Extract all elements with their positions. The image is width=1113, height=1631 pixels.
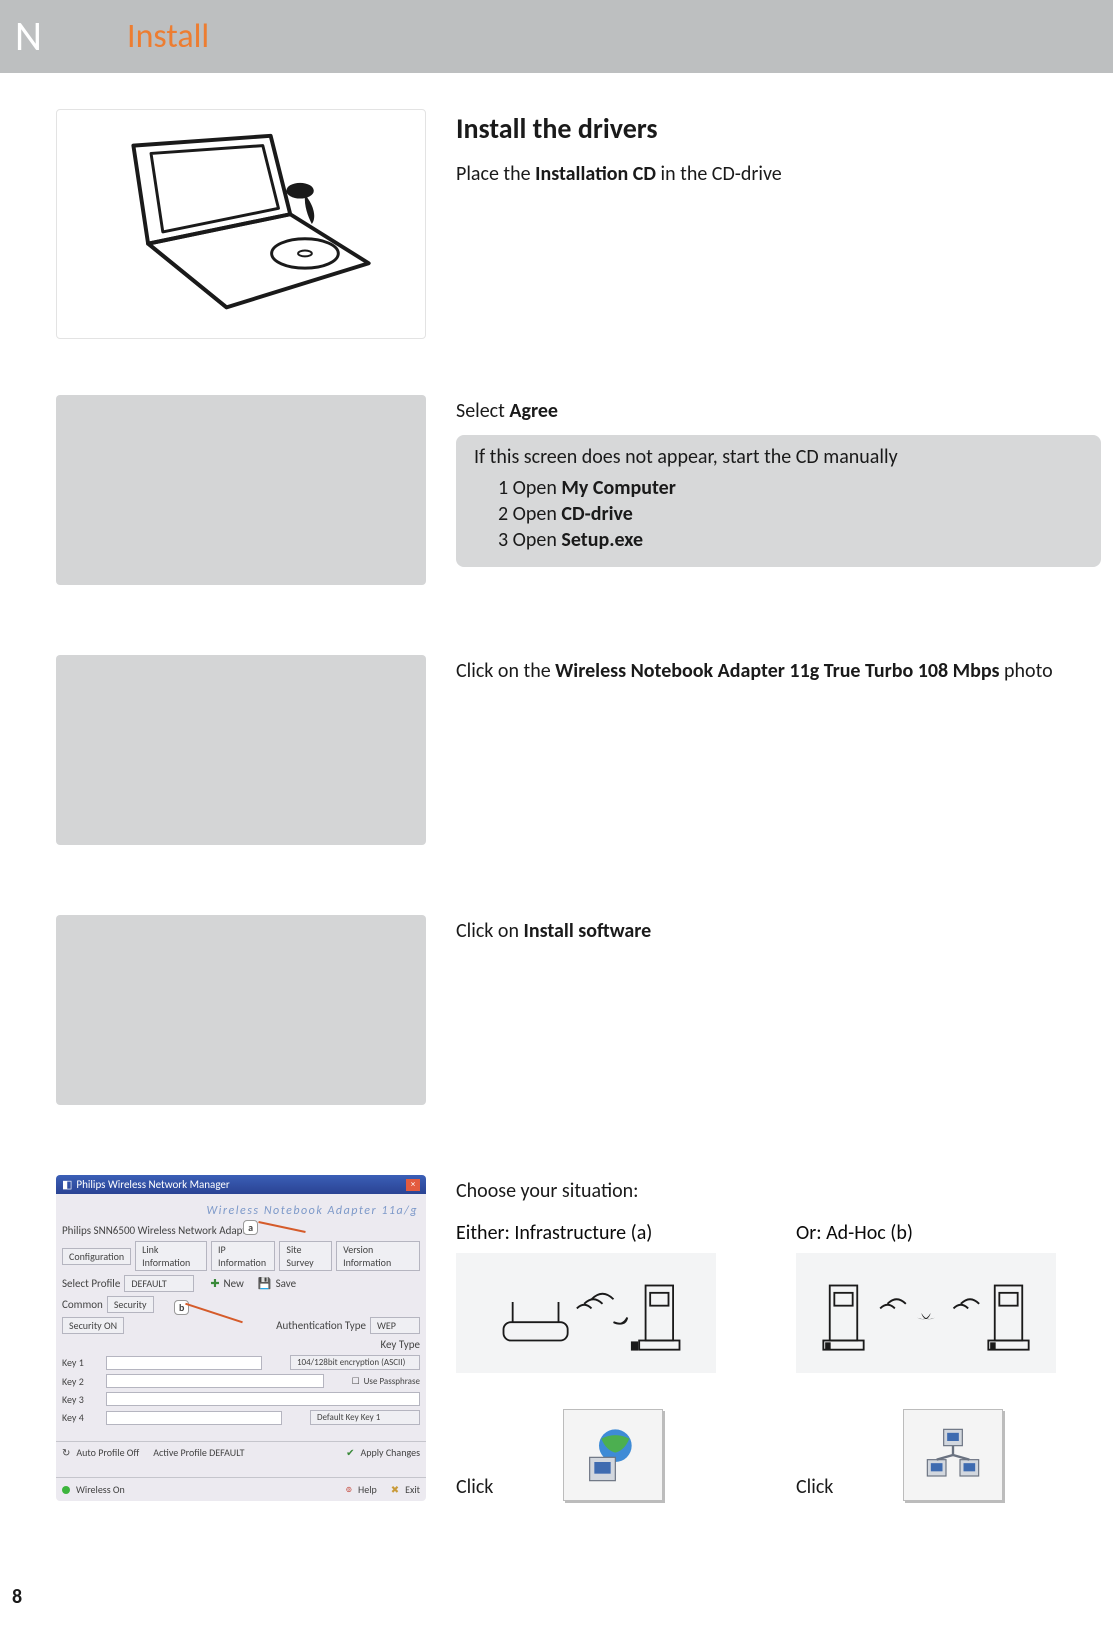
text: Open <box>508 476 561 500</box>
note-item-2: 2 Open CD-drive <box>498 501 1083 527</box>
tab-ip-info[interactable]: IP Information <box>211 1241 275 1271</box>
note-box: If this screen does not appear, start th… <box>456 435 1101 567</box>
tab-link-info[interactable]: Link Information <box>135 1241 207 1271</box>
key3-input[interactable] <box>106 1392 420 1406</box>
apply-changes-button[interactable]: Apply Changes <box>360 1446 420 1459</box>
step-2-row: Select Agree If this screen does not app… <box>56 395 1101 585</box>
adhoc-label: Or: Ad-Hoc (b) <box>796 1221 1096 1245</box>
illustration-laptop-cd <box>56 109 426 339</box>
default-key-select[interactable]: Default Key Key 1 <box>310 1410 420 1425</box>
window-title: Philips Wireless Network Manager <box>76 1178 229 1191</box>
label-key2: Key 2 <box>62 1375 102 1388</box>
text-bold: My Computer <box>561 476 675 500</box>
text-bold: Agree <box>509 399 558 423</box>
auth-type-select[interactable]: WEP <box>370 1317 420 1334</box>
label-key4: Key 4 <box>62 1411 102 1424</box>
step-5-intro: Choose your situation: <box>456 1177 1101 1205</box>
save-button[interactable]: Save <box>276 1277 296 1290</box>
step-5-row: ◧ Philips Wireless Network Manager × Wir… <box>56 1175 1101 1501</box>
wireless-status: Wireless On <box>76 1483 125 1496</box>
text-bold: Install software <box>524 919 652 943</box>
text: Select <box>456 399 509 423</box>
laptop-cd-icon <box>83 126 399 322</box>
label-key-type: Key Type <box>381 1338 420 1351</box>
step-2-body: Select Agree <box>456 397 1101 425</box>
text: Open <box>508 528 561 552</box>
situation-infrastructure: Either: Infrastructure (a) <box>456 1221 756 1501</box>
label-common: Common <box>62 1298 103 1311</box>
screenshot-placeholder-adapter-photo <box>56 655 426 845</box>
enc-select[interactable]: 104/128bit encryption (ASCII) <box>290 1355 420 1370</box>
situation-adhoc: Or: Ad-Hoc (b) <box>796 1221 1096 1501</box>
label-key3: Key 3 <box>62 1393 102 1406</box>
text: Place the <box>456 162 535 186</box>
page-number: 8 <box>12 1585 22 1609</box>
key2-input[interactable] <box>106 1374 324 1388</box>
note-intro: If this screen does not appear, start th… <box>474 445 1083 469</box>
label-select-profile: Select Profile <box>62 1277 120 1290</box>
step-1-row: Install the drivers Place the Installati… <box>56 109 1101 339</box>
tab-configuration[interactable]: Configuration <box>62 1248 131 1265</box>
callout-a: a <box>243 1220 258 1235</box>
screenshot-placeholder-agree <box>56 395 426 585</box>
tab-security[interactable]: Security <box>107 1296 154 1313</box>
num: 3 <box>498 528 508 552</box>
profile-select[interactable]: DEFAULT <box>124 1275 194 1292</box>
screenshot-placeholder-install-software <box>56 915 426 1105</box>
close-icon[interactable]: × <box>406 1179 420 1191</box>
text: Click on the <box>456 659 555 683</box>
note-item-3: 3 Open Setup.exe <box>498 527 1083 553</box>
label-auth-type: Authentication Type <box>276 1319 366 1332</box>
product-band: Wireless Notebook Adapter 11a/g <box>56 1194 426 1222</box>
text: Open <box>508 502 561 526</box>
use-passphrase-checkbox[interactable]: Use Passphrase <box>364 1376 420 1387</box>
screenshot-wireless-manager: ◧ Philips Wireless Network Manager × Wir… <box>56 1175 426 1501</box>
text-bold: Installation CD <box>535 162 656 186</box>
step-3-body: Click on the Wireless Notebook Adapter 1… <box>456 657 1101 685</box>
tab-site-survey[interactable]: Site Survey <box>279 1241 332 1271</box>
step-1-body: Place the Installation CD in the CD-driv… <box>456 160 1101 188</box>
text-bold: CD-drive <box>561 502 632 526</box>
key4-input[interactable] <box>106 1411 282 1425</box>
active-profile-label: Active Profile DEFAULT <box>153 1446 244 1459</box>
num: 1 <box>498 476 508 500</box>
text: photo <box>1000 659 1053 683</box>
help-button[interactable]: Help <box>358 1483 377 1496</box>
key1-input[interactable] <box>106 1356 262 1370</box>
security-on-button[interactable]: Security ON <box>62 1317 124 1334</box>
step-4-row: Click on Install software <box>56 915 1101 1105</box>
infra-label: Either: Infrastructure (a) <box>456 1221 756 1245</box>
step-4-body: Click on Install software <box>456 917 1101 945</box>
status-dot-icon <box>62 1486 70 1494</box>
text: in the CD-drive <box>656 162 782 186</box>
label-key1: Key 1 <box>62 1356 102 1369</box>
text: Click on <box>456 919 524 943</box>
step-3-row: Click on the Wireless Notebook Adapter 1… <box>56 655 1101 845</box>
app-icon: ◧ <box>62 1178 72 1191</box>
text-bold: Setup.exe <box>561 528 643 552</box>
infra-mode-icon[interactable] <box>563 1409 663 1501</box>
num: 2 <box>498 502 508 526</box>
adhoc-illustration <box>796 1253 1056 1373</box>
click-label-b: Click <box>796 1473 833 1501</box>
tab-version-info[interactable]: Version Information <box>336 1241 420 1271</box>
window-titlebar: ◧ Philips Wireless Network Manager × <box>56 1175 426 1194</box>
auto-profile-button[interactable]: Auto Profile Off <box>76 1446 139 1459</box>
new-button[interactable]: New <box>224 1277 244 1290</box>
step-1-heading: Install the drivers <box>456 111 1101 146</box>
exit-button[interactable]: Exit <box>405 1483 420 1496</box>
text-bold: Wireless Notebook Adapter 11g True Turbo… <box>555 659 999 683</box>
note-item-1: 1 Open My Computer <box>498 475 1083 501</box>
infra-illustration <box>456 1253 716 1373</box>
language-tab: N <box>0 0 45 73</box>
page-header-band: N Install <box>0 0 1113 73</box>
adapter-name: Philips SNN6500 Wireless Network Adapter <box>62 1224 420 1237</box>
page-title: Install <box>127 16 209 57</box>
adhoc-mode-icon[interactable] <box>903 1409 1003 1501</box>
click-label-a: Click <box>456 1473 493 1501</box>
